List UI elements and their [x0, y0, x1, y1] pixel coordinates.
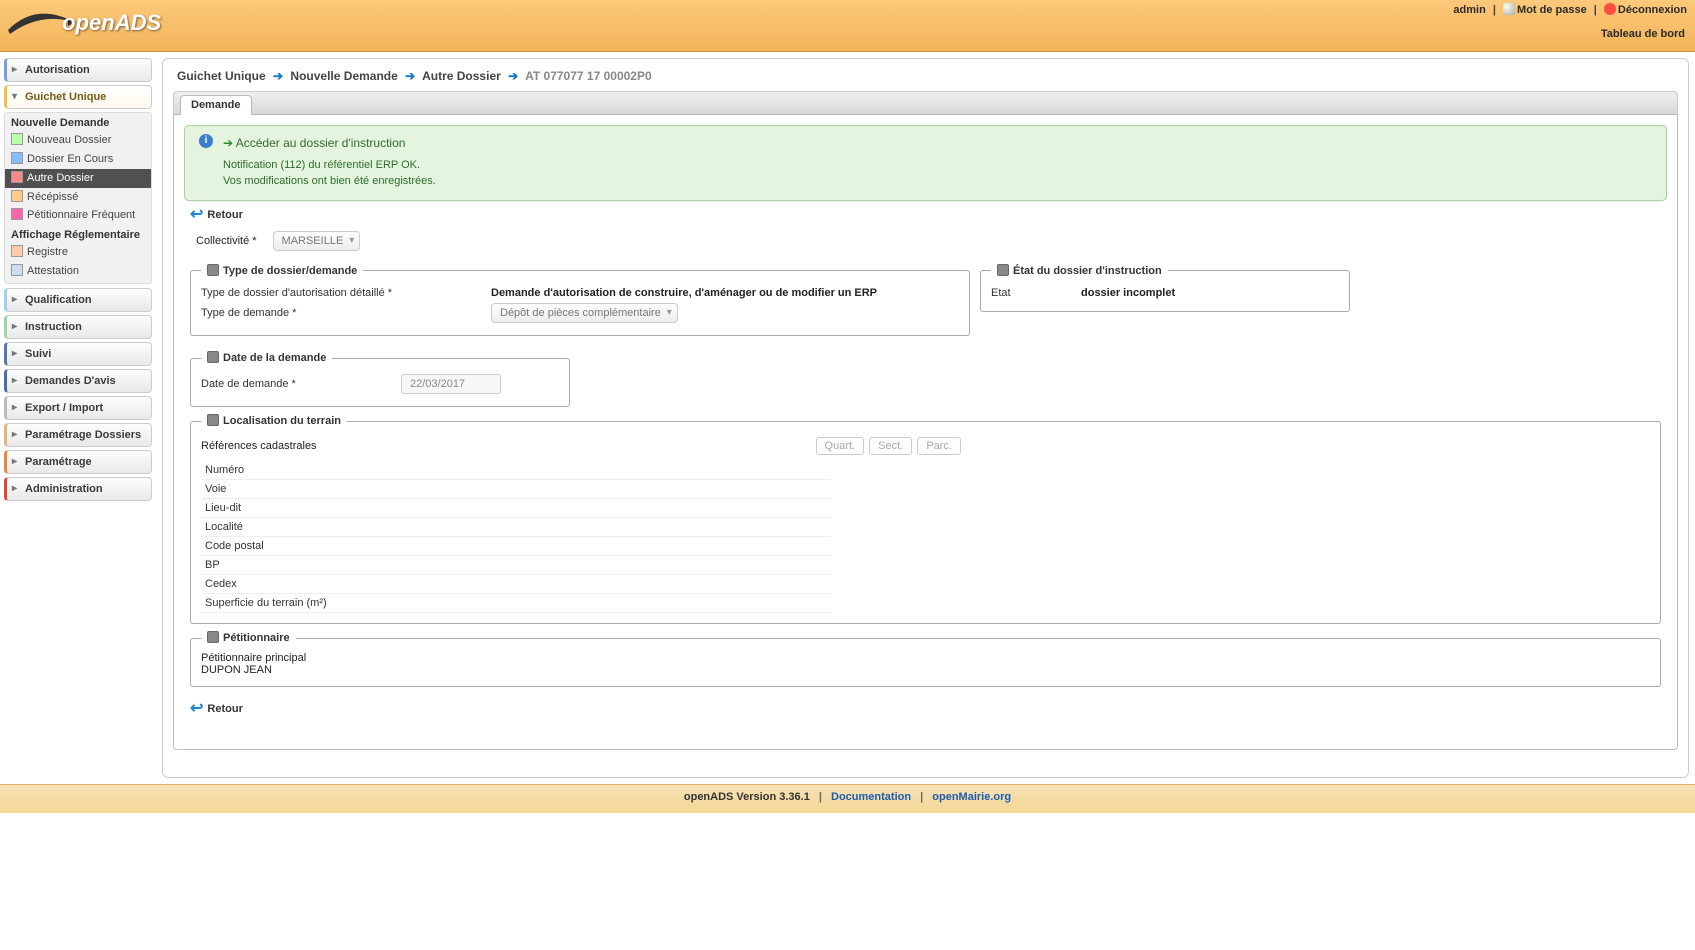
type-demande-select[interactable]: Dépôt de pièces complémentaire: [491, 303, 678, 323]
btn-sect[interactable]: Sect.: [869, 437, 912, 455]
doc-icon: [11, 152, 23, 164]
footer-doc-link[interactable]: Documentation: [831, 791, 911, 803]
loc-field-label: Numéro: [201, 461, 831, 480]
msg-line-1: Notification (112) du référentiel ERP OK…: [223, 158, 1652, 174]
chevron-right-icon: ➔: [405, 69, 415, 83]
doc-icon: [11, 208, 23, 220]
password-link[interactable]: Mot de passe: [1503, 4, 1587, 16]
footer-openmairie-link[interactable]: openMairie.org: [932, 791, 1011, 803]
loc-field-label: BP: [201, 556, 831, 575]
fieldset-localisation: Localisation du terrain Références cadas…: [190, 415, 1661, 624]
doc-icon: [11, 171, 23, 183]
btn-parc[interactable]: Parc.: [917, 437, 961, 455]
petitionnaire-name: DUPON JEAN: [201, 664, 1650, 676]
footer: openADS Version 3.36.1 | Documentation |…: [0, 784, 1695, 813]
power-icon: [1604, 3, 1616, 15]
breadcrumb: Guichet Unique ➔ Nouvelle Demande ➔ Autr…: [173, 67, 1678, 91]
tdd-value-1: Demande d'autorisation de construire, d'…: [491, 287, 877, 299]
logout-link[interactable]: Déconnexion: [1604, 4, 1687, 16]
collapse-icon[interactable]: [207, 631, 219, 643]
sidebar-item-instruction[interactable]: Instruction: [4, 315, 152, 339]
current-user: admin: [1453, 4, 1485, 16]
info-icon: i: [199, 134, 213, 148]
sidebar-item-qualification[interactable]: Qualification: [4, 288, 152, 312]
key-icon: [1503, 3, 1515, 15]
crumb-1[interactable]: Guichet Unique: [177, 69, 266, 83]
submenu-item[interactable]: Registre: [5, 243, 151, 262]
header-actions: admin | Mot de passe | Déconnexion: [1453, 4, 1687, 16]
tab-demande[interactable]: Demande: [180, 95, 252, 115]
sidebar-item-demandes-avis[interactable]: Demandes D'avis: [4, 369, 152, 393]
collectivite-select[interactable]: MARSEILLE: [273, 231, 361, 251]
doc-icon: [11, 190, 23, 202]
localisation-grid: NuméroVoieLieu-ditLocalitéCode postalBPC…: [201, 461, 831, 613]
btn-quart[interactable]: Quart.: [816, 437, 865, 455]
fieldset-petitionnaire: Pétitionnaire Pétitionnaire principal DU…: [190, 632, 1661, 687]
submenu-item[interactable]: Nouveau Dossier: [5, 131, 151, 150]
sidebar-item-suivi[interactable]: Suivi: [4, 342, 152, 366]
submenu-item[interactable]: Pétitionnaire Fréquent: [5, 206, 151, 225]
retour-bottom[interactable]: ↩ Retour: [190, 701, 1667, 717]
submenu-title-nouvelle-demande: Nouvelle Demande: [5, 113, 151, 131]
loc-field-label: Code postal: [201, 537, 831, 556]
loc-field-label: Voie: [201, 480, 831, 499]
fieldset-date-demande: Date de la demande Date de demande *22/0…: [190, 352, 570, 407]
back-arrow-icon: ↩: [190, 701, 203, 717]
msg-line-2: Vos modifications ont bien été enregistr…: [223, 174, 1652, 190]
loc-field-label: Superficie du terrain (m²): [201, 594, 831, 613]
etat-label: Etat: [991, 287, 1071, 299]
date-label: Date de demande *: [201, 378, 391, 390]
crumb-4: AT 077077 17 00002P0: [525, 69, 652, 83]
top-header: openADS admin | Mot de passe | Déconnexi…: [0, 0, 1695, 52]
footer-version: openADS Version 3.36.1: [684, 791, 810, 803]
date-input[interactable]: 22/03/2017: [401, 374, 501, 394]
submenu-item[interactable]: Autre Dossier: [5, 169, 151, 188]
crumb-3[interactable]: Autre Dossier: [422, 69, 501, 83]
loc-field-label: Lieu-dit: [201, 499, 831, 518]
chevron-right-icon: ➔: [508, 69, 518, 83]
doc-icon: [11, 264, 23, 276]
doc-icon: [11, 245, 23, 257]
tab-strip: Demande: [173, 91, 1678, 115]
tdd-label-1: Type de dossier d'autorisation détaillé …: [201, 287, 481, 299]
sidebar-item-guichet[interactable]: Guichet Unique: [4, 85, 152, 109]
chevron-right-icon: ➔: [273, 69, 283, 83]
collapse-icon[interactable]: [997, 264, 1009, 276]
loc-field-label: Cedex: [201, 575, 831, 594]
submenu-item[interactable]: Récépissé: [5, 188, 151, 207]
doc-icon: [11, 133, 23, 145]
etat-value: dossier incomplet: [1081, 287, 1175, 299]
sidebar-submenu-guichet: Nouvelle Demande Nouveau DossierDossier …: [4, 112, 152, 284]
submenu-item[interactable]: Dossier En Cours: [5, 150, 151, 169]
collapse-icon[interactable]: [207, 414, 219, 426]
tdd-label-2: Type de demande *: [201, 307, 481, 319]
retour-top[interactable]: ↩ Retour: [190, 207, 1667, 223]
sidebar-item-administration[interactable]: Administration: [4, 477, 152, 501]
back-arrow-icon: ↩: [190, 207, 203, 223]
success-message: i ➔ Accéder au dossier d'instruction Not…: [184, 125, 1667, 201]
petitionnaire-principal-label: Pétitionnaire principal: [201, 652, 1650, 664]
refcad-label: Références cadastrales: [201, 440, 317, 452]
collectivite-label: Collectivité *: [196, 235, 257, 247]
collapse-icon[interactable]: [207, 264, 219, 276]
dashboard-link[interactable]: Tableau de bord: [1601, 28, 1685, 40]
arrow-right-icon: ➔: [223, 136, 233, 150]
fieldset-type-dossier: Type de dossier/demande Type de dossier …: [190, 265, 970, 336]
crumb-2[interactable]: Nouvelle Demande: [290, 69, 397, 83]
tab-body: i ➔ Accéder au dossier d'instruction Not…: [173, 115, 1678, 750]
sidebar-item-export-import[interactable]: Export / Import: [4, 396, 152, 420]
goto-dossier-link[interactable]: Accéder au dossier d'instruction: [236, 136, 406, 150]
sidebar: Autorisation Guichet Unique Nouvelle Dem…: [4, 58, 152, 504]
sidebar-item-autorisation[interactable]: Autorisation: [4, 58, 152, 82]
sidebar-item-param-dossiers[interactable]: Paramétrage Dossiers: [4, 423, 152, 447]
loc-field-label: Localité: [201, 518, 831, 537]
submenu-title-affichage-reglementaire: Affichage Réglementaire: [5, 225, 151, 243]
collapse-icon[interactable]: [207, 351, 219, 363]
main-panel: Guichet Unique ➔ Nouvelle Demande ➔ Autr…: [162, 58, 1689, 778]
submenu-item[interactable]: Attestation: [5, 262, 151, 281]
app-logo: openADS: [6, 2, 181, 38]
fieldset-etat-dossier: État du dossier d'instruction Etatdossie…: [980, 265, 1350, 312]
sidebar-item-parametrage[interactable]: Paramétrage: [4, 450, 152, 474]
